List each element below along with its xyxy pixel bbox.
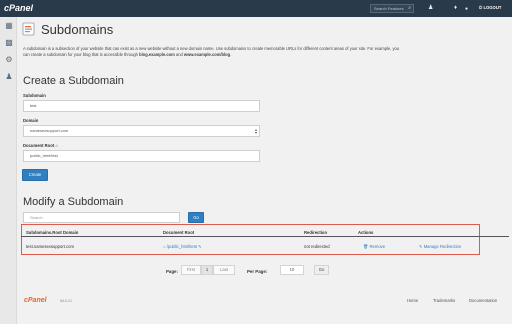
row-docroot-link[interactable]: /public_html/test: [167, 244, 197, 249]
feature-search-input[interactable]: Search Features ⌕: [370, 4, 414, 13]
col-header-subdomain[interactable]: Subdomains.Root Domain: [26, 230, 78, 235]
manage-redirection-link[interactable]: Manage Redirection: [424, 244, 461, 249]
logout-label: LOGOUT: [483, 5, 502, 10]
intro-example-2: www.example.com/blog: [183, 52, 231, 57]
intro-end: .: [230, 52, 232, 57]
search-icon: ⌕: [408, 5, 411, 11]
remove-action[interactable]: 🗑 Remove: [363, 244, 385, 250]
subdomains-icon: [22, 22, 35, 36]
per-page-input[interactable]: 10: [280, 265, 304, 275]
remove-link[interactable]: Remove: [370, 244, 386, 249]
home-icon: ⌂: [163, 244, 166, 249]
page-title: Subdomains: [41, 22, 114, 37]
subdomain-table-highlight: [21, 224, 480, 255]
footer-documentation-link[interactable]: Documentation: [469, 298, 497, 303]
select-arrows-icon: ▴ ▾: [254, 127, 257, 135]
top-bar: cPanel Search Features ⌕ ♟ ♦ ● ⏻ LOGOUT: [0, 0, 512, 17]
current-page-button[interactable]: 1: [201, 265, 213, 275]
bell-icon[interactable]: ♦: [454, 4, 457, 12]
create-heading: Create a Subdomain: [23, 75, 124, 87]
intro-line-2: can create a subdomain for your blog tha…: [23, 52, 140, 57]
stats-icon[interactable]: ▩: [4, 38, 14, 47]
per-page-go-button[interactable]: Go: [314, 265, 329, 275]
pencil-icon: ✎: [419, 244, 423, 249]
docroot-label: Document Root ⌂: [23, 143, 58, 148]
footer-trademarks-link[interactable]: Trademarks: [433, 298, 455, 303]
per-page-label: Per Page:: [247, 269, 268, 274]
feature-search-placeholder: Search Features: [374, 6, 404, 11]
footer-version: 54.0.21: [60, 299, 72, 303]
palette-icon[interactable]: ⚙: [4, 55, 14, 64]
subdomain-search-input[interactable]: Search: [23, 212, 180, 223]
logout-link[interactable]: ⏻ LOGOUT: [479, 5, 501, 10]
col-header-actions: Actions: [358, 230, 374, 235]
docroot-input[interactable]: public_html/test: [23, 150, 260, 162]
user-icon[interactable]: ♟: [428, 4, 433, 12]
domain-label: Domain: [23, 118, 39, 123]
row-subdomain: test.namesexsupport.com: [26, 244, 74, 249]
footer-cpanel-logo: cPanel: [24, 297, 47, 304]
create-button[interactable]: Create: [22, 169, 48, 181]
users-icon[interactable]: ♟: [4, 72, 14, 81]
subdomain-input[interactable]: test: [23, 100, 260, 112]
first-page-button[interactable]: First: [181, 265, 201, 275]
domain-select[interactable]: namesexsupport.com ▴ ▾: [23, 125, 260, 137]
intro-text: A subdomain is a subsection of your webs…: [23, 46, 508, 58]
row-docroot[interactable]: ⌂ /public_html/test ✎: [163, 244, 202, 249]
subdomain-label: Subdomain: [23, 93, 46, 98]
col-header-redirection[interactable]: Redirection: [304, 230, 327, 235]
docroot-label-text: Document Root: [23, 143, 55, 148]
domain-select-value: namesexsupport.com: [30, 128, 69, 133]
page-label: Page:: [166, 269, 178, 274]
cpanel-logo[interactable]: cPanel: [4, 3, 33, 13]
row-redirection: not redirected: [304, 244, 330, 249]
table-header-rule: [21, 236, 509, 237]
intro-line-1: A subdomain is a subsection of your webs…: [23, 46, 400, 51]
footer-home-link[interactable]: Home: [407, 298, 418, 303]
search-go-button[interactable]: Go: [188, 212, 204, 223]
modify-heading: Modify a Subdomain: [23, 196, 124, 208]
sidebar: ▦ ▩ ⚙ ♟: [0, 17, 17, 324]
grid-icon[interactable]: ▦: [4, 21, 14, 30]
intro-and: and: [174, 52, 184, 57]
col-header-docroot[interactable]: Document Root: [163, 230, 194, 235]
intro-example-1: blog.example.com: [139, 52, 175, 57]
home-icon: ⌂: [55, 143, 58, 148]
pencil-icon[interactable]: ✎: [198, 244, 202, 249]
trash-icon: 🗑: [363, 244, 369, 249]
notification-badge: ●: [465, 6, 469, 12]
last-page-button[interactable]: Last: [213, 265, 235, 275]
manage-redirection-action[interactable]: ✎ Manage Redirection: [419, 244, 461, 249]
